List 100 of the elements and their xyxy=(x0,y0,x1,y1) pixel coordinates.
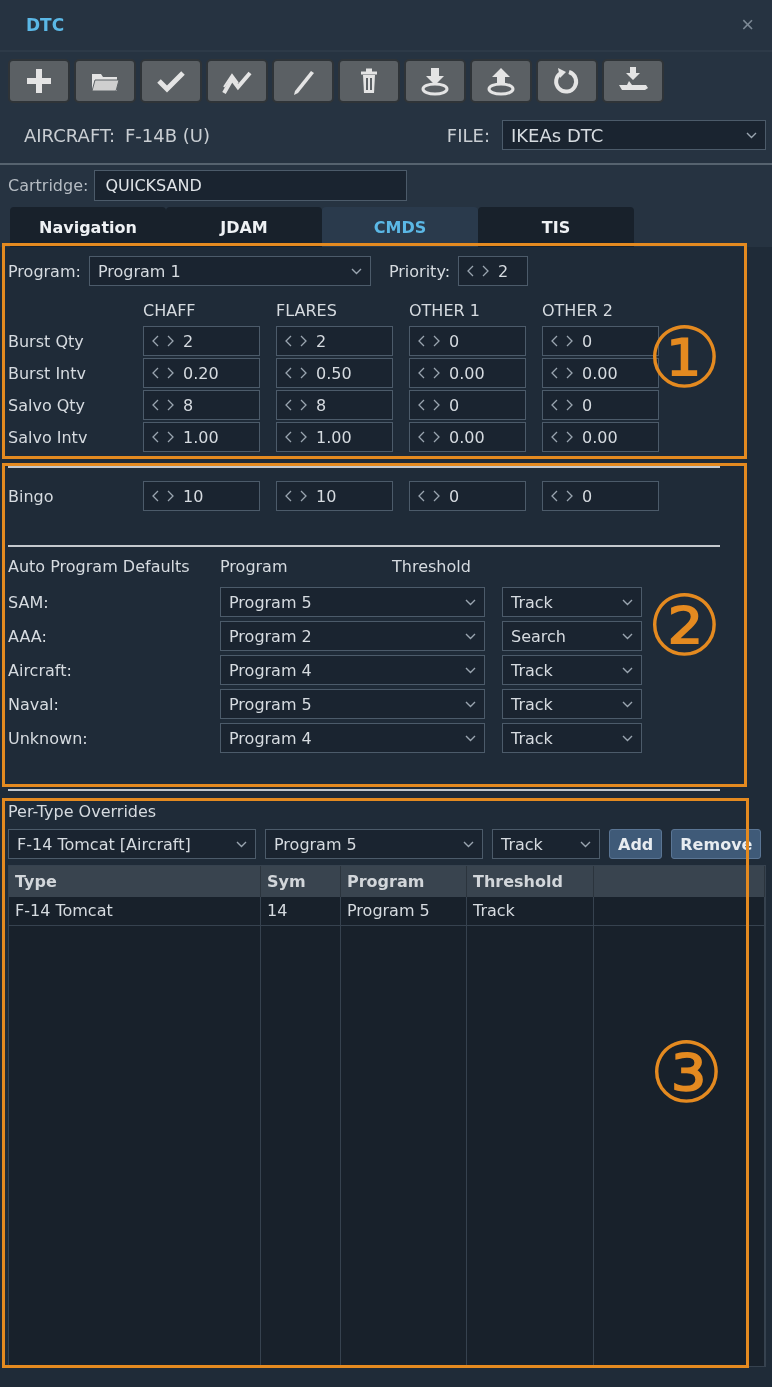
spin-field[interactable]: 0.00 xyxy=(409,358,526,388)
spin-field[interactable]: 0 xyxy=(542,390,659,420)
spin-arrows-icon[interactable] xyxy=(418,399,440,411)
toolbar-button[interactable] xyxy=(8,59,70,103)
toolbar-button[interactable] xyxy=(338,59,400,103)
row-label: Salvo Intv xyxy=(8,426,89,449)
window-title: DTC xyxy=(26,15,65,35)
spin-arrows-icon[interactable] xyxy=(467,265,490,277)
spin-arrows-icon[interactable] xyxy=(285,399,307,411)
column-header[interactable]: Sym xyxy=(261,866,341,897)
program-dropdown[interactable]: Program 5 xyxy=(220,689,485,719)
spin-arrows-icon[interactable] xyxy=(285,490,307,502)
upload-icon xyxy=(485,65,517,97)
file-dropdown[interactable]: IKEAs DTC xyxy=(502,120,766,150)
program-dropdown[interactable]: Program 4 xyxy=(220,655,485,685)
spin-arrows-icon[interactable] xyxy=(418,490,440,502)
tab[interactable]: JDAM xyxy=(166,207,322,247)
toolbar-button[interactable] xyxy=(602,59,664,103)
spin-arrows-icon[interactable] xyxy=(152,490,174,502)
chevron-down-icon xyxy=(622,598,633,606)
spin-field[interactable]: 0 xyxy=(409,326,526,356)
program-dropdown[interactable]: Program 5 xyxy=(265,829,483,859)
threshold-dropdown[interactable]: Search xyxy=(502,621,642,651)
spin-arrows-icon[interactable] xyxy=(418,367,440,379)
toolbar-button[interactable] xyxy=(536,59,598,103)
column-header: OTHER 1 xyxy=(409,300,481,322)
spin-field[interactable]: 2 xyxy=(143,326,260,356)
column-header[interactable]: Threshold xyxy=(467,866,594,897)
spin-arrows-icon[interactable] xyxy=(285,367,307,379)
spin-arrows-icon[interactable] xyxy=(551,431,573,443)
spin-arrows-icon[interactable] xyxy=(551,399,573,411)
spin-field[interactable]: 0 xyxy=(542,481,659,511)
chevron-down-icon xyxy=(622,632,633,640)
toolbar-button[interactable] xyxy=(74,59,136,103)
callout-number: ② xyxy=(646,584,722,668)
table-cell: 14 xyxy=(261,897,341,926)
spin-field[interactable]: 10 xyxy=(276,481,393,511)
spin-arrows-icon[interactable] xyxy=(551,367,573,379)
spin-arrows-icon[interactable] xyxy=(285,431,307,443)
aircraft-value: F-14B (U) xyxy=(125,124,211,146)
type-dropdown[interactable]: F-14 Tomcat [Aircraft] xyxy=(8,829,256,859)
threshold-dropdown[interactable]: Track xyxy=(502,587,642,617)
row-label: Salvo Qty xyxy=(8,394,87,417)
threshold-dropdown[interactable]: Track xyxy=(502,655,642,685)
spin-field[interactable]: 8 xyxy=(143,390,260,420)
program-dropdown[interactable]: Program 4 xyxy=(220,723,485,753)
row-label: Unknown: xyxy=(8,727,89,750)
column-header: CHAFF xyxy=(143,300,197,322)
row-label: SAM: xyxy=(8,591,50,614)
spin-field[interactable]: 0 xyxy=(409,481,526,511)
threshold-dropdown[interactable]: Track xyxy=(492,829,600,859)
program-dropdown[interactable]: Program 5 xyxy=(220,587,485,617)
spin-field[interactable]: 2 xyxy=(458,256,529,286)
chevron-down-icon xyxy=(465,632,476,640)
spin-arrows-icon[interactable] xyxy=(152,399,174,411)
spin-field[interactable]: 10 xyxy=(143,481,260,511)
add-button[interactable]: Add xyxy=(609,829,663,859)
table-cell: Program 5 xyxy=(341,897,467,926)
toolbar-button[interactable] xyxy=(206,59,268,103)
spin-arrows-icon[interactable] xyxy=(152,335,174,347)
column-header[interactable]: Program xyxy=(341,866,467,897)
cartridge-field[interactable]: QUICKSAND xyxy=(94,170,408,201)
chevron-down-icon xyxy=(746,131,757,139)
toolbar-button[interactable] xyxy=(404,59,466,103)
section-heading: Auto Program Defaults xyxy=(8,557,191,578)
section-heading: Per-Type Overrides xyxy=(8,802,158,823)
spin-arrows-icon[interactable] xyxy=(152,367,174,379)
spin-field[interactable]: 1.00 xyxy=(143,422,260,452)
priority-label: Priority: xyxy=(388,261,451,281)
table-cell: F-14 Tomcat xyxy=(9,897,261,926)
chevron-down-icon xyxy=(465,734,476,742)
spin-field[interactable]: 0 xyxy=(409,390,526,420)
threshold-dropdown[interactable]: Track xyxy=(502,689,642,719)
spin-field[interactable]: 0.00 xyxy=(409,422,526,452)
spin-arrows-icon[interactable] xyxy=(152,431,174,443)
tab[interactable]: TIS xyxy=(478,207,634,247)
column-header[interactable]: Type xyxy=(9,866,261,897)
program-dropdown[interactable]: Program 2 xyxy=(220,621,485,651)
spin-field[interactable]: 2 xyxy=(276,326,393,356)
spin-field[interactable]: 0.20 xyxy=(143,358,260,388)
spin-arrows-icon[interactable] xyxy=(285,335,307,347)
spin-arrows-icon[interactable] xyxy=(418,431,440,443)
tab[interactable]: Navigation xyxy=(10,207,166,247)
row-label: AAA: xyxy=(8,625,48,648)
callout-number: ③ xyxy=(648,1031,724,1115)
tab[interactable]: CMDS xyxy=(322,207,478,247)
spin-field[interactable]: 0.00 xyxy=(542,422,659,452)
toolbar-button[interactable] xyxy=(140,59,202,103)
spin-field[interactable]: 1.00 xyxy=(276,422,393,452)
spin-field[interactable]: 8 xyxy=(276,390,393,420)
close-button[interactable]: × xyxy=(741,12,754,38)
threshold-dropdown[interactable]: Track xyxy=(502,723,642,753)
spin-arrows-icon[interactable] xyxy=(551,490,573,502)
chevron-down-icon xyxy=(236,840,247,848)
spin-field[interactable]: 0.50 xyxy=(276,358,393,388)
spin-arrows-icon[interactable] xyxy=(418,335,440,347)
program-dropdown[interactable]: Program 1 xyxy=(88,256,371,286)
spin-arrows-icon[interactable] xyxy=(551,335,573,347)
toolbar-button[interactable] xyxy=(272,59,334,103)
toolbar-button[interactable] xyxy=(470,59,532,103)
